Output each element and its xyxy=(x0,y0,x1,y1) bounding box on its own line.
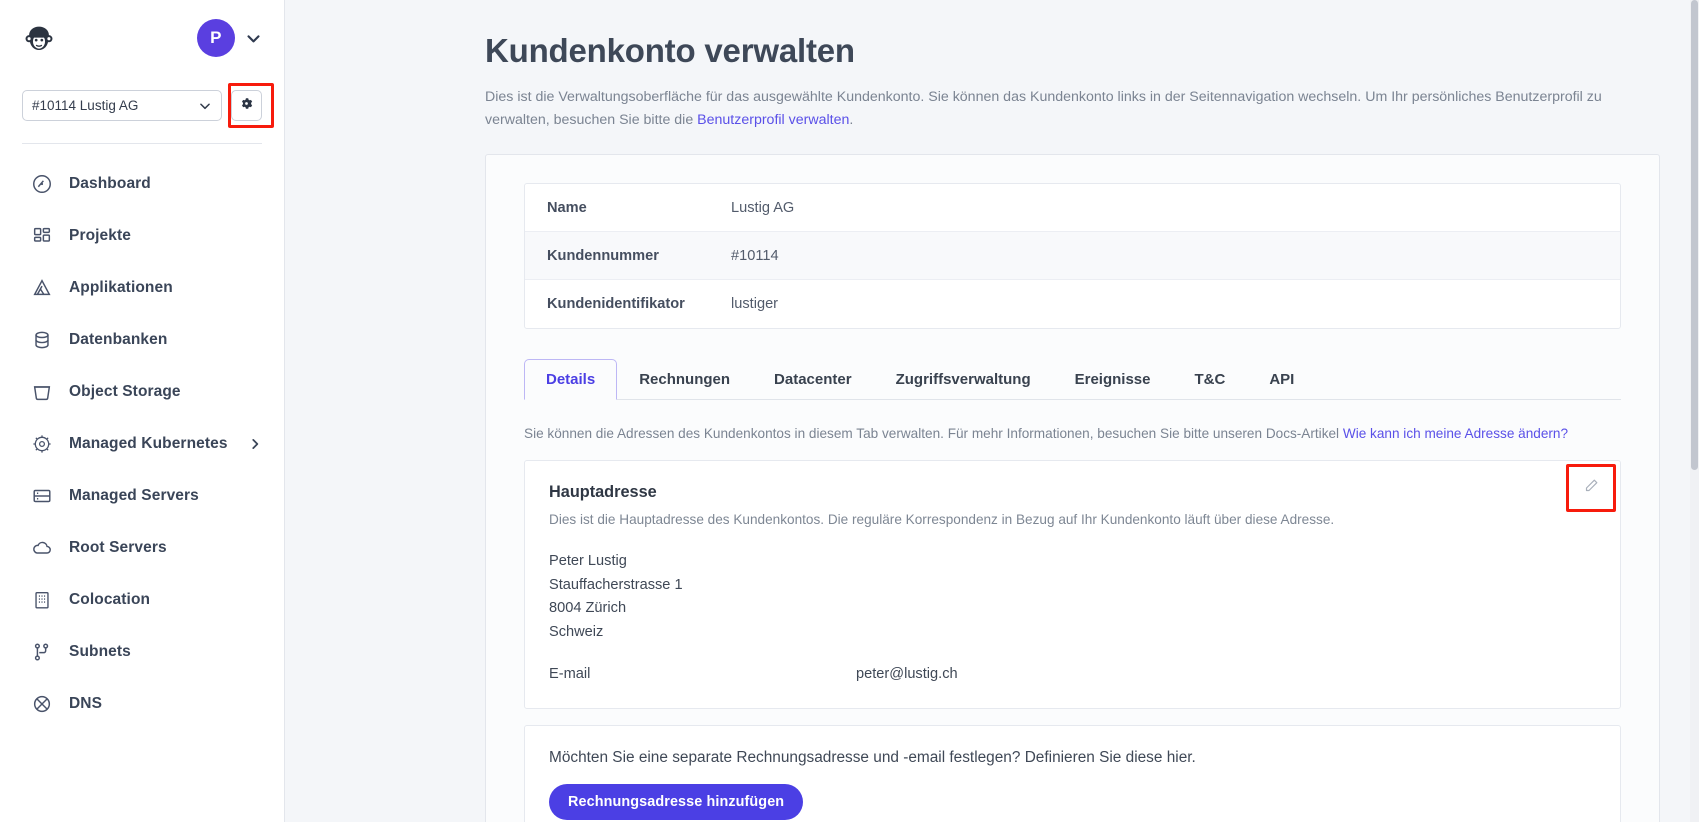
chevron-down-icon xyxy=(198,99,212,113)
subnets-nodes-icon xyxy=(30,641,53,664)
main-address-email-row: E-mail peter@lustig.ch xyxy=(549,666,1596,682)
brand-monkey-logo-icon[interactable] xyxy=(22,21,56,55)
sidebar-item-label: Managed Kubernetes xyxy=(69,435,228,452)
main-content: Kundenkonto verwalten Dies ist die Verwa… xyxy=(285,0,1699,830)
page-description-text: Dies ist die Verwaltungsoberfläche für d… xyxy=(485,89,1602,128)
tab-bar: Details Rechnungen Datacenter Zugriffsve… xyxy=(524,359,1621,400)
sidebar: P #10114 Lustig AG Dashboard Projekte Ap… xyxy=(0,0,285,830)
sidebar-item-label: Applikationen xyxy=(69,279,173,296)
applications-icon xyxy=(30,277,53,300)
cloud-icon xyxy=(30,537,53,560)
details-help-text: Sie können die Adressen des Kundenkontos… xyxy=(524,424,1621,444)
manage-user-profile-link[interactable]: Benutzerprofil verwalten xyxy=(697,112,849,128)
edit-address-button[interactable] xyxy=(1578,475,1604,501)
address-line: Peter Lustig xyxy=(549,553,627,570)
page-description: Dies ist die Verwaltungsoberfläche für d… xyxy=(485,86,1660,132)
table-row: Kundennummer #10114 xyxy=(525,232,1620,280)
info-value: Lustig AG xyxy=(731,199,795,216)
sidebar-item-dashboard[interactable]: Dashboard xyxy=(0,158,284,210)
table-row: Kundenidentifikator lustiger xyxy=(525,280,1620,328)
tab-datacenter[interactable]: Datacenter xyxy=(752,359,874,400)
building-icon xyxy=(30,589,53,612)
sidebar-item-label: Projekte xyxy=(69,227,131,244)
sidebar-item-label: Dashboard xyxy=(69,175,151,192)
app-root: P #10114 Lustig AG Dashboard Projekte Ap… xyxy=(0,0,1699,830)
tab-api[interactable]: API xyxy=(1247,359,1316,400)
page-description-suffix: . xyxy=(849,112,854,128)
sidebar-item-label: Subnets xyxy=(69,643,131,660)
bucket-icon xyxy=(30,381,53,404)
info-value: lustiger xyxy=(731,296,779,312)
tab-ereignisse[interactable]: Ereignisse xyxy=(1053,359,1173,400)
pencil-edit-icon xyxy=(1584,478,1599,498)
tab-tc[interactable]: T&C xyxy=(1172,359,1247,400)
email-label: E-mail xyxy=(549,665,591,682)
tab-details[interactable]: Details xyxy=(524,359,618,400)
add-billing-address-button[interactable]: Rechnungsadresse hinzufügen xyxy=(549,783,804,820)
sidebar-item-label: DNS xyxy=(69,695,103,712)
chevron-right-icon[interactable] xyxy=(248,437,262,451)
avatar[interactable]: P xyxy=(197,19,235,57)
page-title: Kundenkonto verwalten xyxy=(485,32,855,69)
sidebar-item-label: Managed Servers xyxy=(69,487,199,504)
address-line: Schweiz xyxy=(549,624,604,641)
account-card: Name Lustig AG Kundennummer #10114 Kunde… xyxy=(485,154,1660,830)
sidebar-item-object-storage[interactable]: Object Storage xyxy=(0,366,284,418)
info-value: #10114 xyxy=(731,247,779,264)
gear-icon xyxy=(239,96,254,116)
database-icon xyxy=(30,329,53,352)
email-value: peter@lustig.ch xyxy=(856,665,958,682)
tab-zugriffsverwaltung[interactable]: Zugriffsverwaltung xyxy=(874,359,1053,400)
info-key: Kundennummer xyxy=(547,247,659,264)
tab-rechnungen[interactable]: Rechnungen xyxy=(617,359,752,400)
account-switcher-row: #10114 Lustig AG xyxy=(0,83,284,128)
sidebar-item-label: Colocation xyxy=(69,591,151,608)
sidebar-item-colocation[interactable]: Colocation xyxy=(0,574,284,626)
account-select[interactable]: #10114 Lustig AG xyxy=(22,90,222,121)
sidebar-item-label: Root Servers xyxy=(69,539,167,556)
docs-article-link[interactable]: Wie kann ich meine Adresse ändern? xyxy=(1343,426,1568,441)
sidebar-item-subnets[interactable]: Subnets xyxy=(0,626,284,678)
sidebar-item-managed-kubernetes[interactable]: Managed Kubernetes xyxy=(0,418,284,470)
vertical-scrollbar[interactable] xyxy=(1690,0,1699,830)
dashboard-gauge-icon xyxy=(30,173,53,196)
sidebar-item-applikationen[interactable]: Applikationen xyxy=(0,262,284,314)
sidebar-item-label: Datenbanken xyxy=(69,331,168,348)
profile-menu[interactable]: P xyxy=(197,19,262,57)
sidebar-item-projekte[interactable]: Projekte xyxy=(0,210,284,262)
billing-address-text: Möchten Sie eine separate Rechnungsadres… xyxy=(549,748,1196,766)
sidebar-item-dns[interactable]: DNS xyxy=(0,678,284,730)
main-address-subtitle: Dies ist die Hauptadresse des Kundenkont… xyxy=(549,512,1335,528)
sidebar-item-managed-servers[interactable]: Managed Servers xyxy=(0,470,284,522)
sidebar-header: P xyxy=(0,0,284,76)
account-select-value: #10114 Lustig AG xyxy=(32,98,139,113)
address-line: 8004 Zürich xyxy=(549,600,627,617)
server-rack-icon xyxy=(30,485,53,508)
sidebar-item-root-servers[interactable]: Root Servers xyxy=(0,522,284,574)
table-row: Name Lustig AG xyxy=(525,184,1620,232)
address-line: Stauffacherstrasse 1 xyxy=(549,576,683,593)
main-address-card: Hauptadresse Dies ist die Hauptadresse d… xyxy=(524,460,1621,709)
main-address-lines: Peter Lustig Stauffacherstrasse 1 8004 Z… xyxy=(549,550,1596,645)
chevron-down-icon[interactable] xyxy=(245,30,262,47)
main-inner: Kundenkonto verwalten Dies ist die Verwa… xyxy=(285,0,1699,830)
scrollbar-thumb[interactable] xyxy=(1691,0,1698,470)
main-address-title: Hauptadresse xyxy=(549,483,657,502)
account-info-table: Name Lustig AG Kundennummer #10114 Kunde… xyxy=(524,183,1621,329)
bottom-strip xyxy=(0,822,1699,830)
sidebar-item-label: Object Storage xyxy=(69,383,181,400)
sidebar-item-datenbanken[interactable]: Datenbanken xyxy=(0,314,284,366)
info-key: Kundenidentifikator xyxy=(547,296,685,312)
kubernetes-helm-icon xyxy=(30,433,53,456)
sidebar-nav: Dashboard Projekte Applikationen Datenba… xyxy=(0,158,284,730)
info-key: Name xyxy=(547,199,587,216)
account-settings-button[interactable] xyxy=(231,90,262,121)
projects-grid-icon xyxy=(30,225,53,248)
billing-address-card: Möchten Sie eine separate Rechnungsadres… xyxy=(524,724,1621,830)
sidebar-divider xyxy=(22,143,262,144)
details-help-prefix: Sie können die Adressen des Kundenkontos… xyxy=(524,426,1343,441)
dns-globe-icon xyxy=(30,693,53,716)
